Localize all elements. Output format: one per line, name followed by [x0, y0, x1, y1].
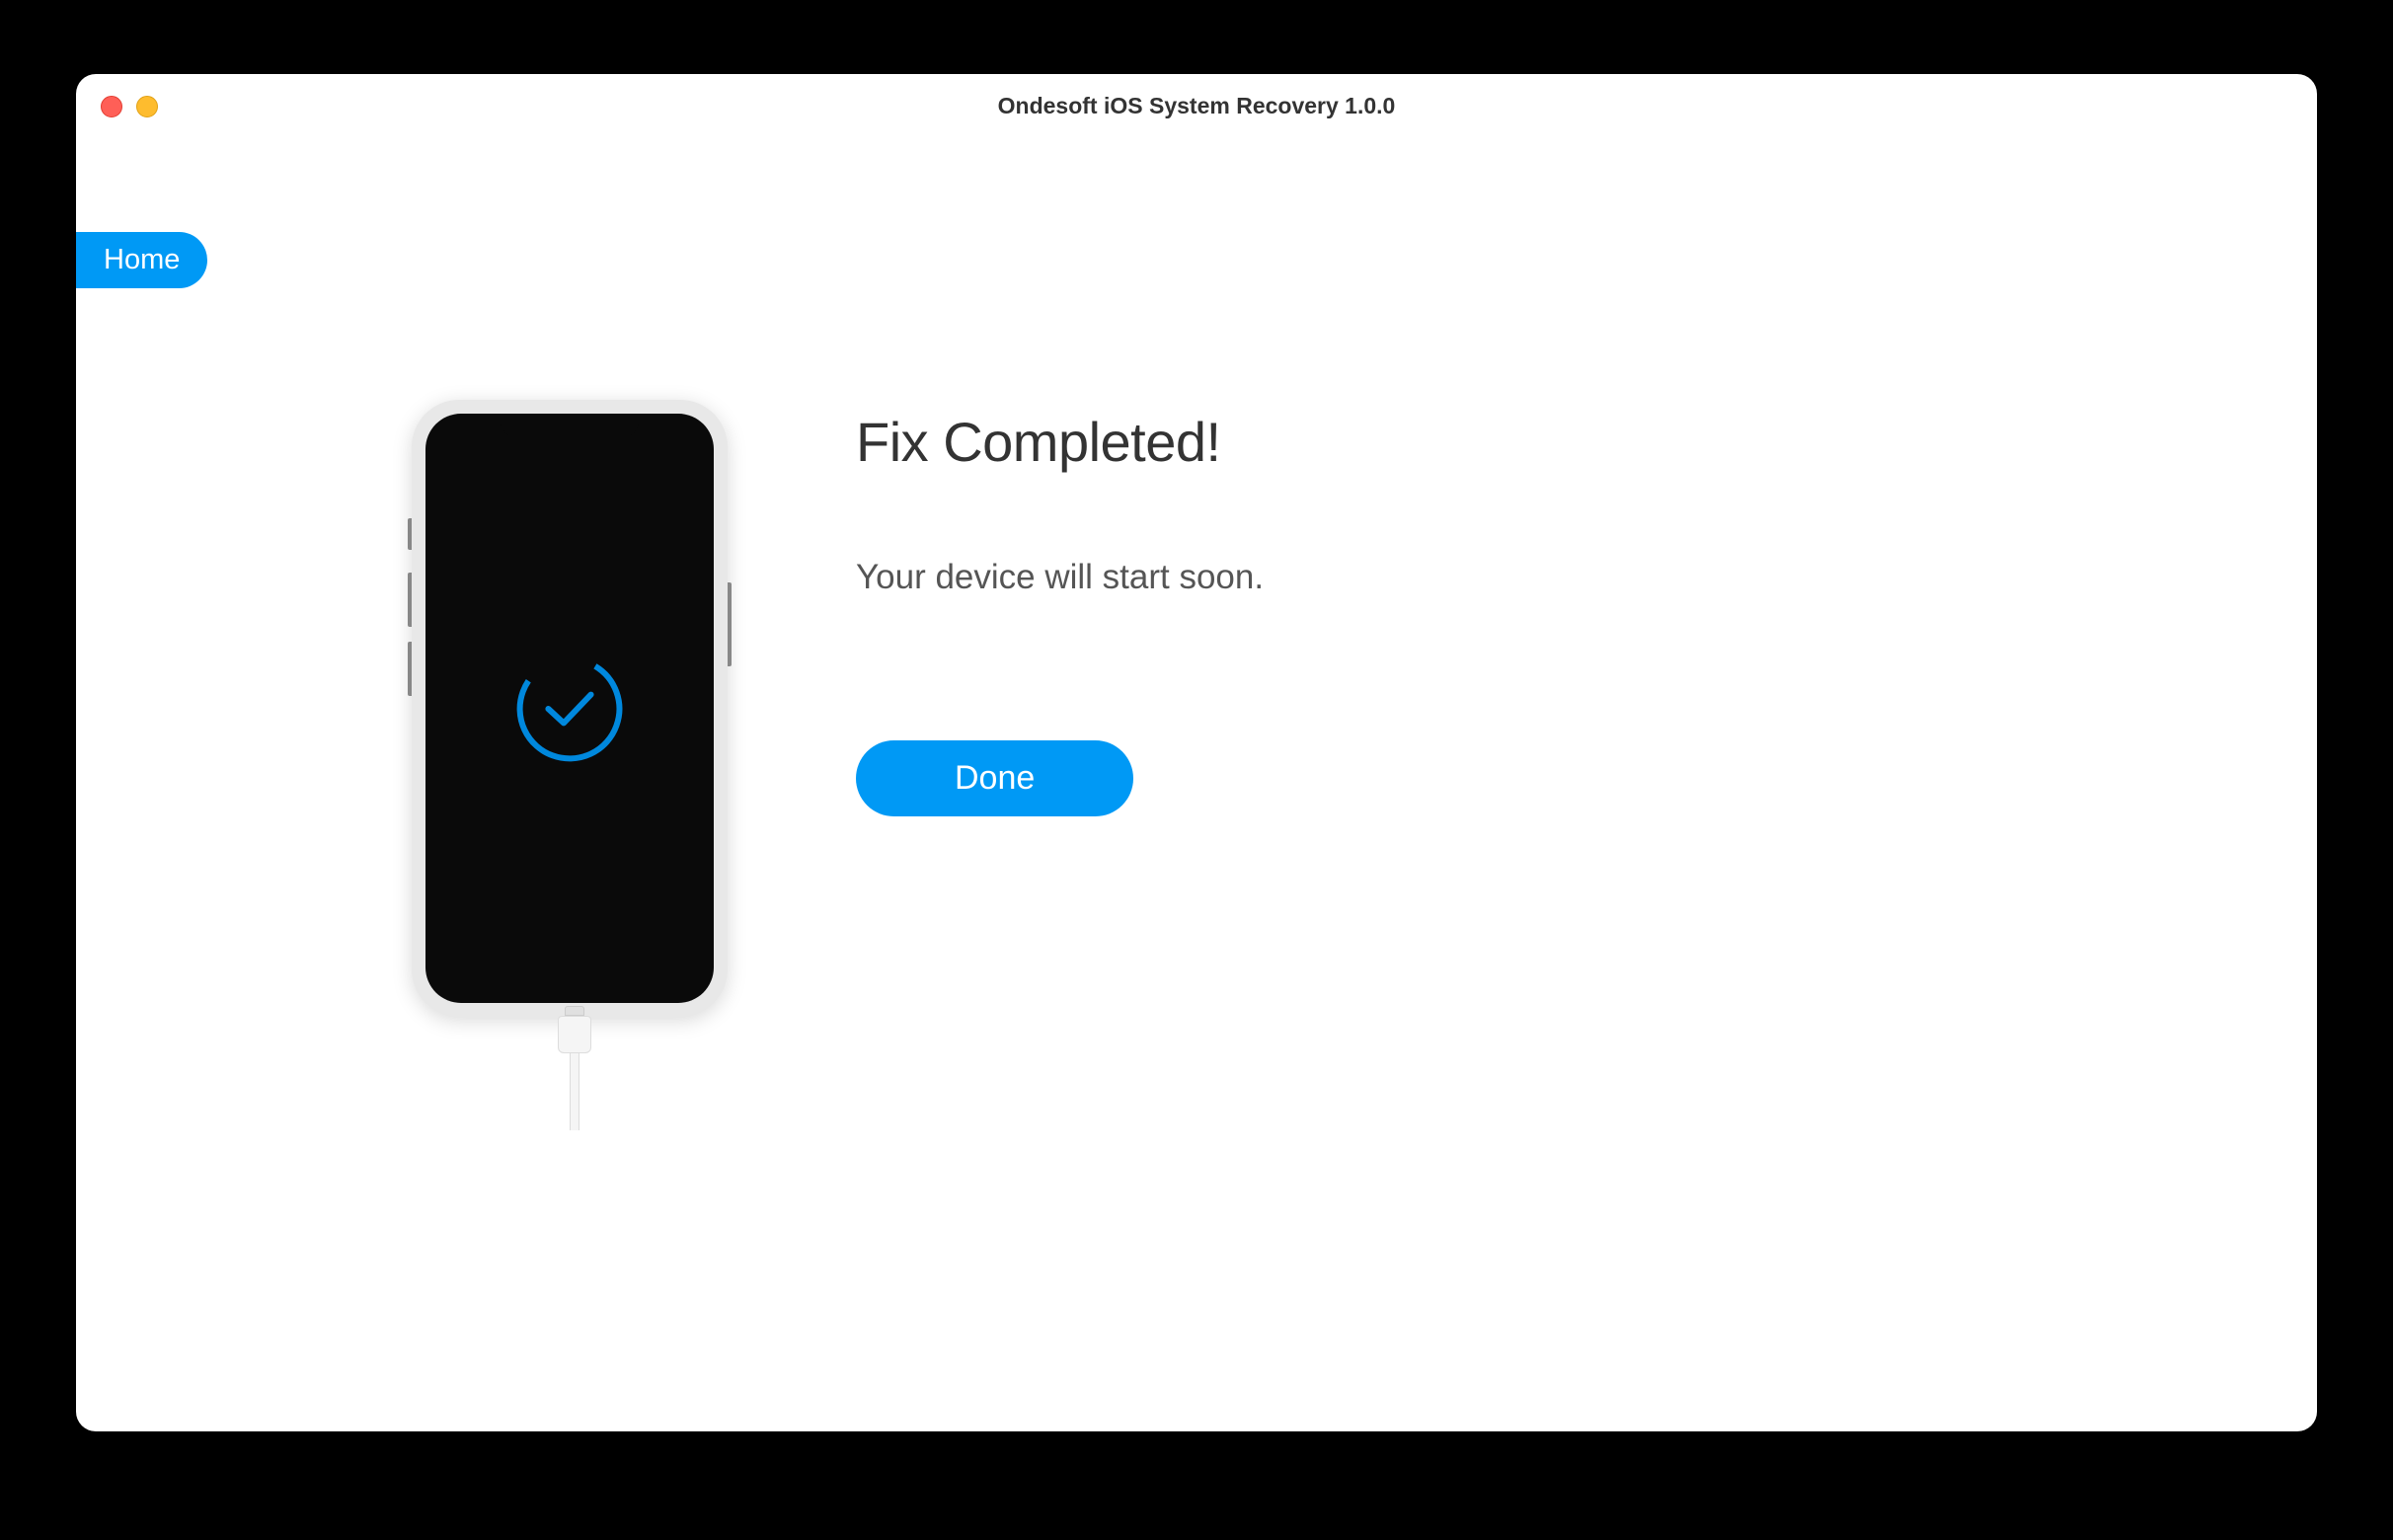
phone-illustration: [412, 400, 737, 1017]
completion-subtext: Your device will start soon.: [856, 558, 1264, 597]
titlebar: Ondesoft iOS System Recovery 1.0.0: [76, 74, 2317, 123]
minimize-window-button[interactable]: [136, 96, 158, 117]
close-window-button[interactable]: [101, 96, 122, 117]
home-button[interactable]: Home: [76, 232, 207, 288]
text-content: Fix Completed! Your device will start so…: [856, 400, 1264, 1017]
success-checkmark-icon: [510, 650, 629, 768]
main-content: Fix Completed! Your device will start so…: [76, 123, 2317, 1017]
done-button[interactable]: Done: [856, 740, 1133, 816]
app-window: Ondesoft iOS System Recovery 1.0.0 Home: [76, 74, 2317, 1431]
phone-volume-up: [408, 573, 412, 627]
window-title: Ondesoft iOS System Recovery 1.0.0: [101, 78, 2292, 119]
cable-icon: [563, 1006, 586, 1130]
phone-notch: [501, 414, 639, 437]
phone-frame: [412, 400, 728, 1017]
traffic-lights: [101, 96, 158, 117]
phone-screen: [425, 414, 714, 1003]
phone-power-button: [728, 582, 732, 666]
phone-mute-switch: [408, 518, 412, 550]
completion-heading: Fix Completed!: [856, 410, 1264, 474]
phone-volume-down: [408, 642, 412, 696]
